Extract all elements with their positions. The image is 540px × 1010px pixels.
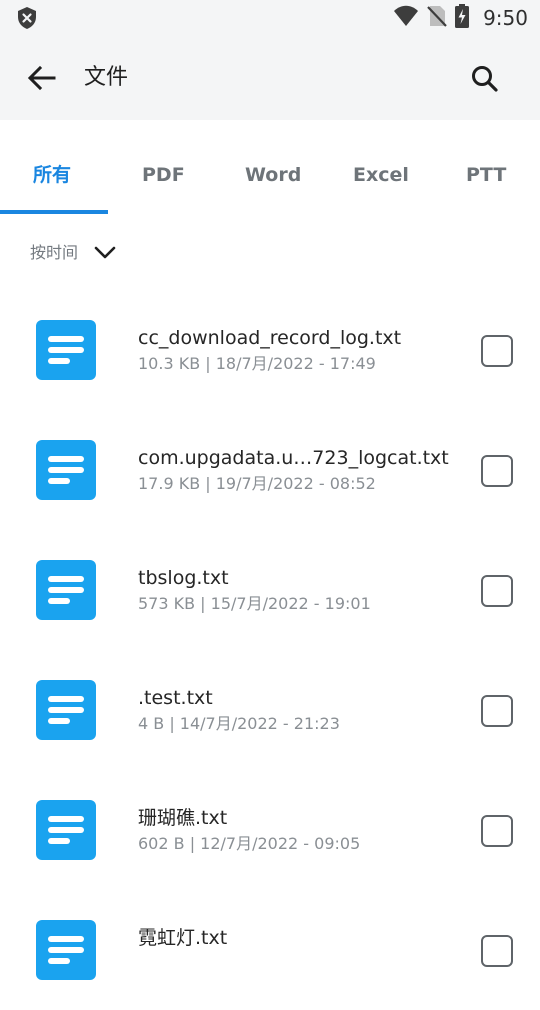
top-header: 9:50 文件 (0, 0, 540, 120)
file-name: tbslog.txt (138, 567, 229, 589)
tab-word[interactable]: Word (245, 162, 301, 188)
file-meta: 573 KB | 15/7月/2022 - 19:01 (138, 594, 371, 613)
file-row[interactable]: .test.txt 4 B | 14/7月/2022 - 21:23 (0, 650, 540, 770)
tab-ptt[interactable]: PTT (466, 162, 506, 188)
wifi-icon (393, 5, 419, 31)
file-row[interactable]: 珊瑚礁.txt 602 B | 12/7月/2022 - 09:05 (0, 770, 540, 890)
file-row[interactable]: 霓虹灯.txt (0, 890, 540, 1010)
sort-dropdown[interactable]: 按时间 (30, 240, 116, 266)
file-meta: 602 B | 12/7月/2022 - 09:05 (138, 834, 361, 853)
file-meta: 4 B | 14/7月/2022 - 21:23 (138, 714, 340, 733)
file-checkbox[interactable] (481, 455, 513, 487)
search-icon (472, 66, 498, 92)
tab-excel[interactable]: Excel (353, 162, 409, 188)
file-meta: 17.9 KB | 19/7月/2022 - 08:52 (138, 474, 376, 493)
shield-icon (16, 6, 38, 30)
tab-all[interactable]: 所有 (33, 162, 71, 188)
file-checkbox[interactable] (481, 575, 513, 607)
back-button[interactable] (26, 62, 58, 94)
text-file-icon (36, 680, 96, 740)
file-name: com.upgadata.u…723_logcat.txt (138, 447, 449, 469)
app-bar: 文件 (0, 36, 540, 120)
search-button[interactable] (470, 64, 500, 94)
file-name: cc_download_record_log.txt (138, 327, 402, 349)
file-name: 霓虹灯.txt (138, 927, 228, 949)
active-tab-indicator (0, 210, 108, 214)
file-row[interactable]: cc_download_record_log.txt 10.3 KB | 18/… (0, 290, 540, 410)
page-title: 文件 (84, 65, 129, 90)
file-checkbox[interactable] (481, 695, 513, 727)
file-checkbox[interactable] (481, 335, 513, 367)
arrow-left-icon (27, 65, 56, 91)
file-checkbox[interactable] (481, 935, 513, 967)
file-name: 珊瑚礁.txt (138, 807, 228, 829)
file-row[interactable]: tbslog.txt 573 KB | 15/7月/2022 - 19:01 (0, 530, 540, 650)
file-meta: 10.3 KB | 18/7月/2022 - 17:49 (138, 354, 376, 373)
text-file-icon (36, 320, 96, 380)
file-type-tabs: 所有 PDF Word Excel PTT (0, 138, 540, 216)
battery-charging-icon (455, 4, 470, 32)
file-name: .test.txt (138, 687, 213, 709)
text-file-icon (36, 440, 96, 500)
sort-label: 按时间 (30, 243, 79, 262)
tab-pdf[interactable]: PDF (142, 162, 185, 188)
no-sim-icon (427, 5, 447, 31)
text-file-icon (36, 560, 96, 620)
text-file-icon (36, 800, 96, 860)
status-bar: 9:50 (0, 0, 540, 36)
file-row[interactable]: com.upgadata.u…723_logcat.txt 17.9 KB | … (0, 410, 540, 530)
chevron-down-icon (94, 246, 116, 259)
status-time: 9:50 (483, 6, 528, 30)
file-checkbox[interactable] (481, 815, 513, 847)
text-file-icon (36, 920, 96, 980)
